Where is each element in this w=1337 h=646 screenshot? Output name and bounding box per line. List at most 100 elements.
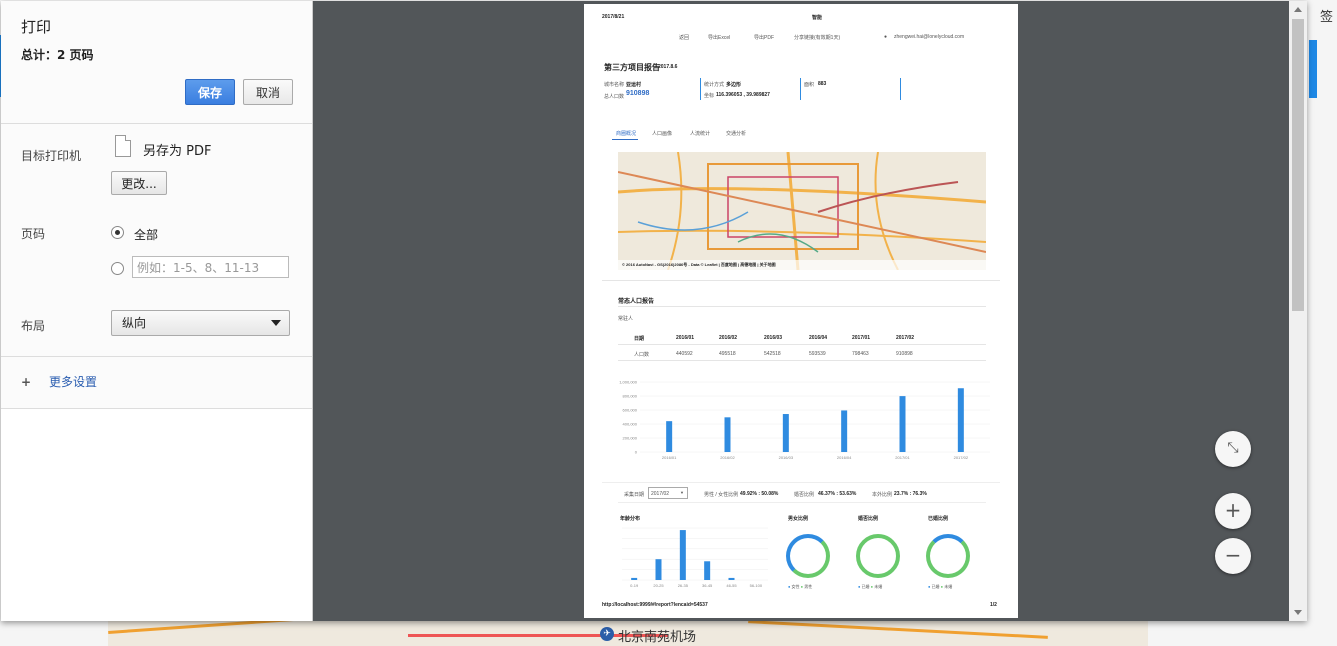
table-cell: 542518: [764, 351, 781, 357]
tab-transport: 交通分析: [726, 131, 747, 137]
bar: [655, 559, 662, 580]
mini-chart-title: 婚否比例: [858, 516, 879, 522]
filter-date-label: 采集日期: [624, 492, 645, 498]
tab-profile: 人口画像: [652, 131, 673, 137]
layout-select[interactable]: 纵向: [111, 310, 290, 336]
divider: [1, 123, 312, 124]
scrollbar-thumb[interactable]: [1292, 19, 1304, 311]
table-cell: 495518: [719, 351, 736, 357]
local-ratio-label: 本外比例: [872, 492, 893, 498]
plus-icon: +: [1224, 498, 1242, 522]
donut-legend: ● 已婚 ● 未婚: [858, 584, 883, 589]
info-label: 统计方式: [704, 82, 725, 88]
scroll-up-icon[interactable]: [1294, 7, 1302, 12]
background-map: ✈ 北京南苑机场: [108, 620, 1148, 646]
bar: [704, 561, 711, 580]
nav-item: 导出Excel: [708, 35, 731, 41]
page-header-date: 2017/8/21: [602, 14, 625, 20]
pages-all-radio[interactable]: [111, 226, 124, 239]
marital-ratio-label: 婚否比例: [794, 492, 815, 498]
map-credit: © 2016 AutoNavi - GS(2016)2086号 - Data ©…: [622, 262, 776, 267]
map-label: 北京南苑机场: [618, 629, 697, 644]
population-bar-chart: 0 200,000 400,000 600,000 800,000 1,000,000 20…: [619, 380, 990, 460]
y-tick-label: 800,000: [623, 394, 638, 399]
x-tick-label: 2016/01: [662, 455, 677, 460]
scroll-down-icon[interactable]: [1294, 610, 1302, 615]
info-label: 面积: [804, 82, 815, 88]
table-header-cell: 2016/04: [809, 335, 828, 341]
bar: [728, 577, 735, 580]
layout-label: 布局: [21, 319, 46, 333]
cancel-button[interactable]: 取消: [243, 79, 293, 105]
table-cell: 440592: [676, 351, 693, 357]
mini-chart-title: 年龄分布: [620, 516, 641, 522]
chevron-down-icon: ▼: [680, 490, 684, 495]
local-ratio-value: 23.7% : 76.3%: [894, 491, 927, 497]
tab-overview: 商圈概况: [616, 131, 637, 137]
footer-url: http://localhost:9999/#/report?lencaid=5…: [602, 602, 708, 608]
footer-page-number: 1/2: [990, 602, 997, 608]
more-settings-link[interactable]: + 更多设置: [21, 373, 97, 390]
info-label: 城市名称: [604, 82, 625, 88]
table-header-cell: 2016/01: [676, 335, 695, 341]
more-settings-label: 更多设置: [49, 375, 98, 389]
gender-ratio-value: 49.92% : 50.08%: [740, 491, 779, 497]
preview-scrollbar[interactable]: [1289, 1, 1307, 621]
bar: [957, 388, 964, 452]
x-tick-label: 20-25: [653, 583, 664, 588]
table-header-cell: 2016/02: [719, 335, 738, 341]
background-scroll-accent: [1309, 40, 1317, 98]
y-tick-label: 200,000: [623, 436, 638, 441]
gender-donut-chart: [786, 534, 830, 578]
nav-item: 分享链接(有效期1天): [794, 35, 841, 41]
background-label: 签: [1320, 10, 1334, 25]
x-tick-label: 2016/03: [779, 455, 794, 460]
donut-legend: ● 女性 ● 男性: [788, 584, 813, 589]
info-label: 总人口数: [604, 94, 625, 100]
x-tick-label: 2017/02: [954, 455, 969, 460]
table-header-cell: 日期: [634, 336, 645, 342]
nav-item: 返回: [679, 35, 690, 41]
table-header-cell: 2016/03: [764, 335, 783, 341]
marital-ratio-value: 46.37% : 53.63%: [818, 491, 857, 497]
save-button[interactable]: 保存: [185, 79, 235, 105]
minus-icon: −: [1224, 543, 1242, 567]
destination-label: 目标打印机: [21, 149, 82, 163]
table-row-label: 人口数: [634, 352, 650, 358]
page-header-title: 智能: [812, 15, 823, 21]
change-destination-button[interactable]: 更改...: [111, 171, 167, 195]
nav-item: 导出PDF: [754, 35, 775, 41]
info-value: 116.396053 , 39.989827: [716, 92, 770, 98]
pages-custom-radio[interactable]: [111, 262, 124, 275]
table-header-cell: 2017/02: [896, 335, 915, 341]
x-tick-label: 2017/01: [895, 455, 910, 460]
age-distribution-chart: 0-19 20-25 26-35 36-45 46-55 56-100: [622, 527, 768, 588]
y-tick-label: 1,000,000: [619, 380, 638, 385]
divider: [1, 356, 312, 357]
info-value: 亚运村: [626, 82, 642, 88]
zoom-in-button[interactable]: +: [1215, 493, 1251, 529]
x-tick-label: 2016/02: [720, 455, 735, 460]
dialog-title: 打印: [21, 18, 52, 36]
layout-select-value: 纵向: [122, 316, 147, 330]
bar: [631, 577, 638, 580]
mini-chart-title: 男女比例: [788, 516, 809, 522]
y-tick-label: 400,000: [623, 422, 638, 427]
print-dialog: 打印 总计：2 页码 保存 取消 目标打印机 另存为 PDF 更改... 页码 …: [1, 1, 1307, 621]
pages-range-input[interactable]: 例如：1-5、8、11-13: [132, 256, 289, 278]
x-tick-label: 36-45: [702, 583, 713, 588]
tab-traffic: 人流统计: [690, 131, 711, 137]
chevron-down-icon: [271, 320, 281, 326]
collapse-icon: ⤡: [1227, 440, 1239, 456]
info-label: 坐标: [704, 93, 715, 99]
pdf-file-icon: [115, 135, 131, 157]
report-date: 2017.8.6: [658, 64, 678, 70]
bar: [666, 421, 673, 452]
fit-to-page-button[interactable]: ⤡: [1215, 431, 1251, 467]
mini-chart-title: 已婚比例: [928, 516, 949, 522]
table-cell: 593539: [809, 351, 826, 357]
zoom-out-button[interactable]: −: [1215, 538, 1251, 574]
x-tick-label: 0-19: [630, 583, 639, 588]
married-donut-chart: [926, 534, 970, 578]
bar: [724, 417, 731, 452]
